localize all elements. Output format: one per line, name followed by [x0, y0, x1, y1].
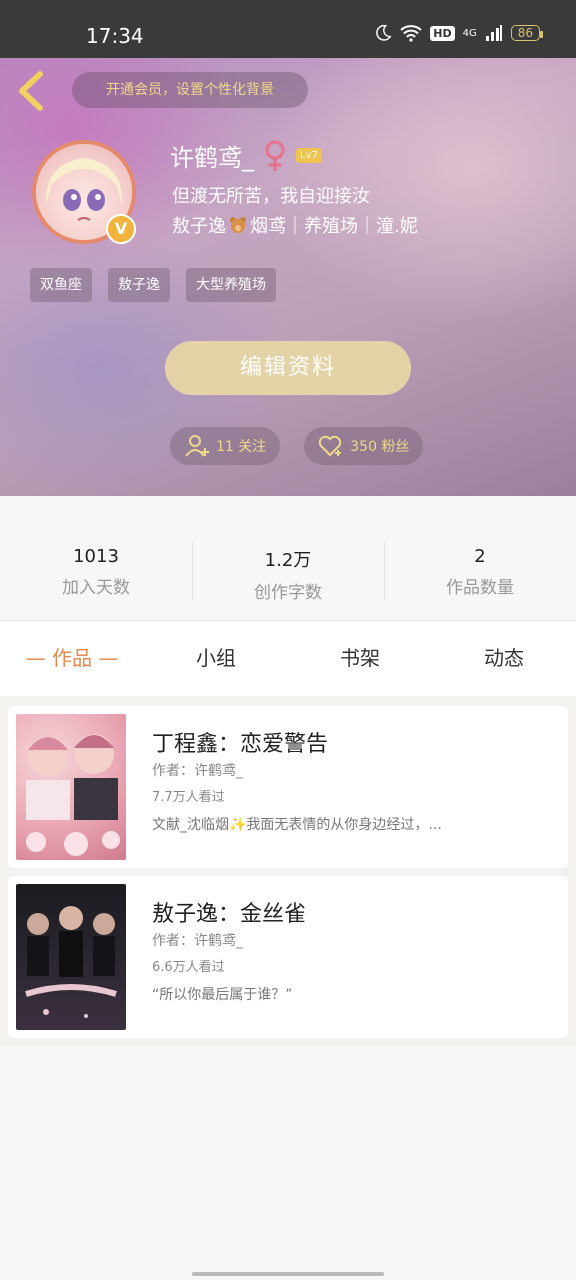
follow-stats: 11 关注 350 粉丝 [170, 427, 424, 465]
profile-tabs: — 作品 — 小组 书架 动态 [0, 620, 576, 696]
work-author: 作者：许鹤鸢_ [152, 763, 243, 779]
bio-line-2-b: 烟鸢｜养殖场｜潼.妮 [250, 216, 418, 237]
battery-icon: 86 [510, 25, 544, 41]
bio-line-2-a: 敖子逸 [172, 216, 226, 237]
stat-label: 创作字数 [254, 583, 322, 603]
level-badge: Lv7 [296, 148, 322, 163]
signal-icon [485, 25, 502, 41]
work-title: 丁程鑫：恋爱警告 [152, 732, 329, 757]
tab-groups[interactable]: 小组 [144, 621, 288, 696]
add-user-icon [185, 435, 209, 457]
bio-line-1: 但渡无所苦，我自迎接汝 [172, 186, 370, 207]
edit-profile-button[interactable]: 编辑资料 [165, 341, 411, 395]
works-list: 丁程鑫：恋爱警告 作者：许鹤鸢_ 7.7万人看过 文献_沈临烟✨我面无表情的从你… [0, 696, 576, 1046]
profile-header: 开通会员，设置个性化背景 V 许鹤鸢_ Lv7 但渡无所苦，我自迎接汝 敖子逸 … [0, 58, 576, 496]
avatar[interactable]: V [32, 140, 136, 244]
work-card[interactable]: 丁程鑫：恋爱警告 作者：许鹤鸢_ 7.7万人看过 文献_沈临烟✨我面无表情的从你… [8, 706, 568, 868]
followers-count: 350 粉丝 [350, 439, 410, 455]
vip-badge-icon: V [106, 214, 136, 244]
work-title: 敖子逸：金丝雀 [152, 902, 307, 927]
work-cover-image [16, 884, 126, 1030]
work-cover-image [16, 714, 126, 860]
tab-works[interactable]: — 作品 — [0, 621, 144, 696]
wifi-icon [400, 25, 422, 42]
status-icons: HD 4G 86 [374, 24, 544, 42]
stat-label: 作品数量 [446, 578, 514, 598]
stat-label: 加入天数 [62, 578, 130, 598]
work-card[interactable]: 敖子逸：金丝雀 作者：许鹤鸢_ 6.6万人看过 “所以你最后属于谁？” [8, 876, 568, 1038]
tab-activity[interactable]: 动态 [432, 621, 576, 696]
tag-list: 双鱼座 敖子逸 大型养殖场 [30, 268, 276, 302]
stat-word-count: 1.2万 创作字数 [192, 496, 384, 620]
status-bar: 17:34 HD 4G 86 [0, 0, 576, 58]
work-author: 作者：许鹤鸢_ [152, 933, 243, 949]
network-type: 4G [462, 27, 477, 39]
tag-item[interactable]: 大型养殖场 [186, 268, 276, 302]
vip-background-prompt[interactable]: 开通会员，设置个性化背景 [72, 72, 308, 108]
female-icon [265, 140, 285, 171]
moon-icon [376, 24, 392, 41]
work-views: 7.7万人看过 [152, 790, 225, 805]
work-views: 6.6万人看过 [152, 960, 225, 975]
tag-item[interactable]: 双鱼座 [30, 268, 92, 302]
hd-icon: HD [430, 25, 455, 41]
status-time: 17:34 [86, 24, 144, 48]
work-description: “所以你最后属于谁？” [152, 987, 293, 1003]
following-button[interactable]: 11 关注 [170, 427, 281, 465]
work-description: 文献_沈临烟✨我面无表情的从你身边经过，... [152, 817, 442, 833]
bio-line-2: 敖子逸 烟鸢｜养殖场｜潼.妮 [172, 212, 418, 238]
stat-value: 1.2万 [264, 550, 312, 571]
stat-value: 2 [474, 546, 486, 567]
stat-value: 1013 [73, 546, 119, 567]
back-icon[interactable] [14, 70, 50, 112]
stat-join-days: 1013 加入天数 [0, 496, 192, 620]
username-row: 许鹤鸢_ Lv7 [170, 138, 322, 173]
profile-stats: 1013 加入天数 1.2万 创作字数 2 作品数量 [0, 496, 576, 620]
following-count: 11 关注 [216, 439, 267, 455]
followers-button[interactable]: 350 粉丝 [304, 427, 424, 465]
stat-works-count: 2 作品数量 [384, 496, 576, 620]
username: 许鹤鸢_ [170, 144, 254, 172]
teddy-bear-icon [230, 217, 246, 233]
heart-add-icon [319, 435, 342, 457]
tag-item[interactable]: 敖子逸 [108, 268, 170, 302]
home-indicator[interactable] [192, 1272, 384, 1276]
tab-bookshelf[interactable]: 书架 [288, 621, 432, 696]
